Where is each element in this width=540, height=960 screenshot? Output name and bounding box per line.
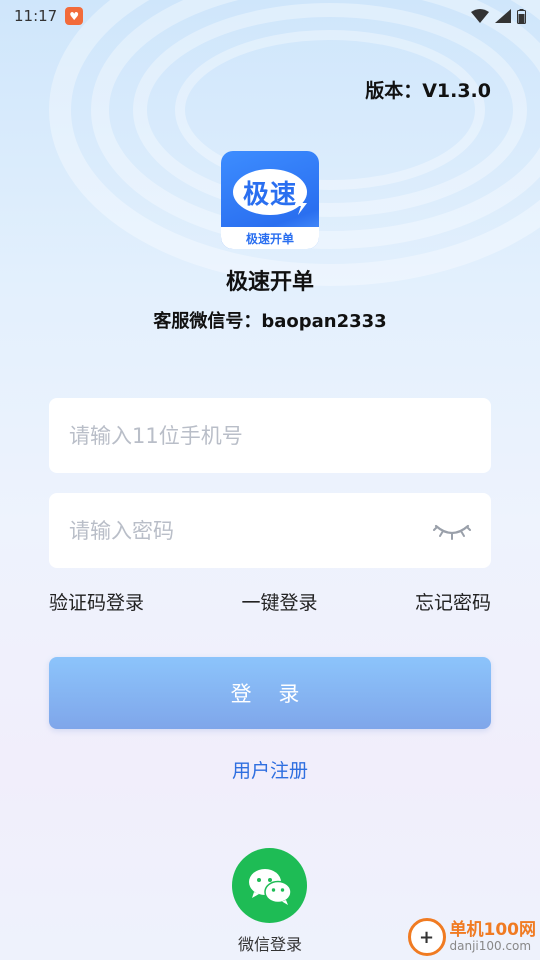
version-label: 版本：V1.3.0: [365, 80, 491, 102]
eye-closed-icon[interactable]: [433, 520, 471, 542]
cellular-signal-icon: [495, 9, 511, 23]
battery-icon: [517, 8, 526, 24]
lightning-icon: [295, 195, 307, 215]
watermark-logo-icon: +: [407, 918, 446, 956]
watermark-cn: 单机100网: [449, 919, 537, 940]
logo-band-text: 极速开单: [221, 227, 319, 249]
watermark-text: 单机100网 danji100.com: [449, 919, 537, 953]
status-time: 11:17: [14, 7, 58, 25]
password-field-container: [49, 493, 491, 568]
phone-input[interactable]: [69, 423, 471, 448]
status-bar: 11:17 ♥: [0, 0, 540, 32]
register-link[interactable]: 用户注册: [0, 756, 540, 783]
watermark-en: danji100.com: [449, 938, 532, 953]
forgot-password-link[interactable]: 忘记密码: [415, 588, 491, 615]
login-options-row: 验证码登录 一键登录 忘记密码: [49, 588, 491, 615]
wechat-icon: [248, 868, 292, 905]
wifi-icon: [471, 9, 489, 23]
status-icons: [471, 8, 526, 24]
app-name: 极速开单: [225, 270, 314, 295]
app-logo: 极速 极速开单: [221, 151, 319, 249]
sms-login-link[interactable]: 验证码登录: [49, 588, 144, 615]
login-button[interactable]: 登 录: [49, 657, 491, 729]
wechat-login-button[interactable]: [232, 848, 307, 923]
one-click-login-link[interactable]: 一键登录: [241, 588, 317, 615]
service-wechat-id: 客服微信号：baopan2333: [153, 311, 387, 332]
notification-app-icon: ♥: [65, 7, 84, 25]
site-watermark: + 单机100网 danji100.com: [407, 918, 537, 956]
password-input[interactable]: [69, 518, 433, 543]
phone-field-container: [49, 398, 491, 473]
